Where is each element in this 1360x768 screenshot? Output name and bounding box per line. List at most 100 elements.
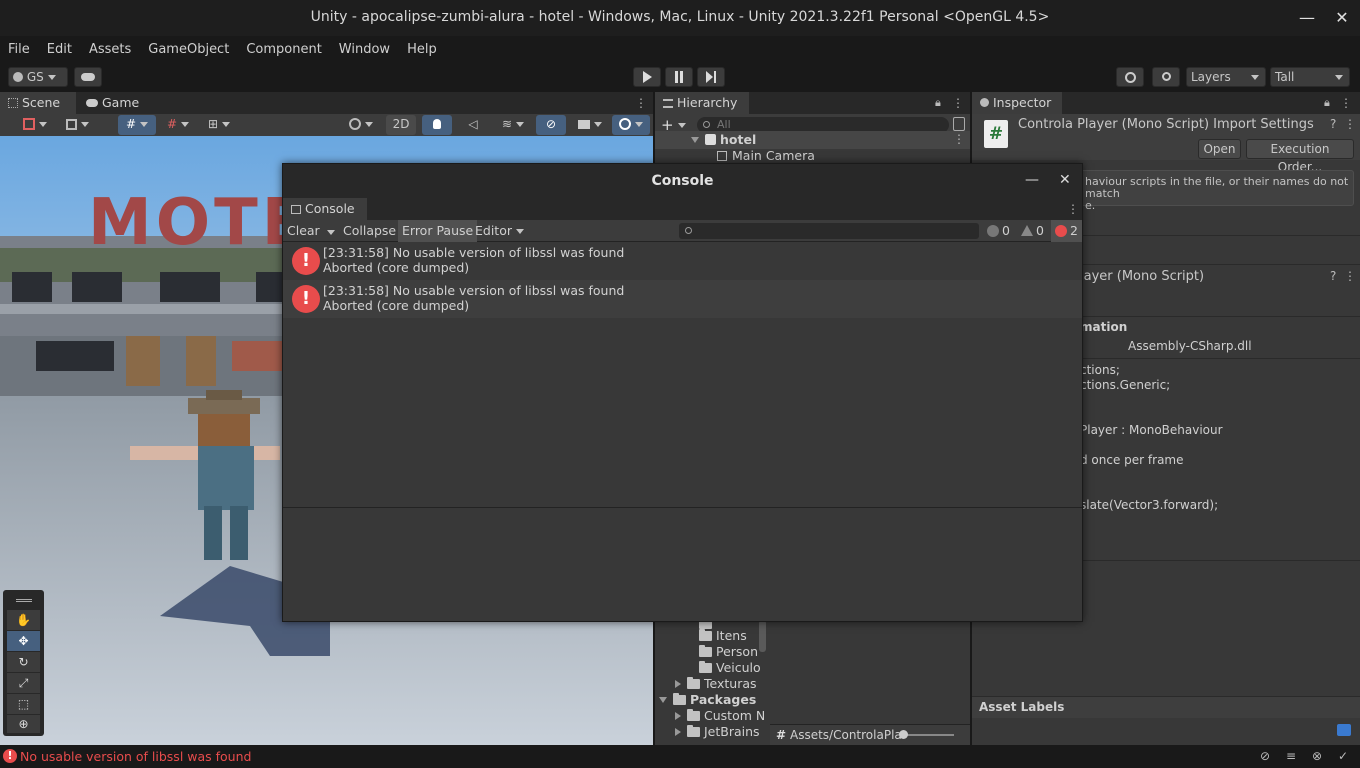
shading-dropdown[interactable] — [342, 115, 380, 135]
project-item-texturas[interactable]: Texturas — [675, 676, 757, 691]
grid-icon — [8, 98, 18, 108]
project-scrollbar[interactable] — [759, 620, 766, 652]
search-filter-icon[interactable] — [953, 117, 965, 131]
console-search-input[interactable] — [679, 223, 979, 239]
close-button[interactable]: ✕ — [1330, 6, 1354, 30]
gizmos-dropdown[interactable] — [612, 115, 650, 135]
scene-row[interactable]: hotel ⋮ — [655, 131, 970, 149]
view-tool-dropdown[interactable] — [60, 115, 94, 135]
script-menu-icon[interactable]: ⋮ — [1344, 269, 1356, 283]
toggle-2d-button[interactable]: 2D — [386, 115, 416, 135]
rotate-tool[interactable]: ↻ — [7, 652, 40, 672]
menu-file[interactable]: File — [8, 42, 30, 57]
layers-dropdown[interactable]: Layers — [1186, 67, 1266, 87]
menu-assets[interactable]: Assets — [89, 42, 131, 57]
tab-scene[interactable]: Scene — [0, 92, 76, 114]
hidden-objects-toggle[interactable]: ⊘ — [536, 115, 566, 135]
clear-dropdown[interactable] — [323, 220, 337, 242]
hierarchy-item-main-camera[interactable]: Main Camera — [717, 148, 815, 163]
hierarchy-menu-icon[interactable]: ⋮ — [952, 96, 964, 110]
project-item-veiculo[interactable]: Veiculo — [699, 660, 761, 675]
ruler-dropdown[interactable]: ⊞ — [200, 115, 238, 135]
menu-edit[interactable]: Edit — [47, 42, 72, 57]
folder-icon — [699, 645, 712, 657]
project-item-person[interactable]: Person — [699, 644, 758, 659]
help-icon[interactable]: ? — [1330, 117, 1336, 131]
menu-help[interactable]: Help — [407, 42, 437, 57]
lock-icon[interactable]: 🔒︎ — [935, 96, 941, 110]
rect-tool[interactable]: ⬚ — [7, 694, 40, 714]
clear-button[interactable]: Clear — [283, 220, 324, 242]
editor-dropdown[interactable]: Editor — [471, 220, 528, 242]
error-filter-toggle[interactable]: 2 — [1051, 220, 1082, 242]
search-icon — [703, 121, 710, 128]
asset-labels-header[interactable]: Asset Labels — [972, 696, 1360, 718]
inspector-title-menu-icon[interactable]: ⋮ — [1344, 117, 1356, 131]
menu-component[interactable]: Component — [246, 42, 321, 57]
console-close-button[interactable]: ✕ — [1059, 172, 1071, 188]
lighting-toggle[interactable] — [422, 115, 452, 135]
warning-line-2: e. — [1085, 199, 1096, 212]
cloud-button[interactable] — [74, 67, 102, 87]
play-button[interactable] — [633, 67, 661, 87]
menu-gameobject[interactable]: GameObject — [148, 42, 229, 57]
debug-icon[interactable]: ⊘ — [1260, 749, 1270, 763]
execution-order-button[interactable]: Execution Order... — [1246, 139, 1354, 174]
progress-icon[interactable]: ⊗ — [1312, 749, 1322, 763]
menu-window[interactable]: Window — [339, 42, 390, 57]
project-item-itens[interactable]: Itens — [699, 628, 747, 643]
project-item-packages[interactable]: Packages — [659, 692, 756, 707]
zoom-slider-handle[interactable] — [899, 730, 908, 739]
package-item-jetbrains[interactable]: JetBrains — [675, 724, 760, 739]
scene-panel-header: Scene Game ⋮ — [0, 92, 653, 114]
expand-arrow-icon — [659, 697, 667, 703]
minimize-button[interactable]: — — [1295, 6, 1319, 30]
scale-tool[interactable]: ⤢ — [7, 673, 40, 693]
console-menu-icon[interactable]: ⋮ — [1067, 202, 1079, 216]
log-entry[interactable]: ! [23:31:58] No usable version of libssl… — [283, 242, 1082, 280]
help-icon[interactable]: ? — [1330, 269, 1336, 283]
move-tool[interactable]: ✥ — [7, 631, 40, 651]
hand-tool[interactable]: ✋ — [7, 610, 40, 630]
grid-snap-dropdown[interactable]: # — [118, 115, 156, 135]
scene-menu-icon[interactable]: ⋮ — [635, 96, 647, 110]
layout-dropdown[interactable]: Tall — [1270, 67, 1350, 87]
pause-button[interactable] — [665, 67, 693, 87]
open-button[interactable]: Open — [1198, 139, 1241, 159]
account-dropdown[interactable]: GS — [8, 67, 68, 87]
audio-toggle[interactable]: ◁ — [458, 115, 488, 135]
cache-icon[interactable]: ≡ — [1286, 749, 1296, 763]
tab-hierarchy[interactable]: Hierarchy — [655, 92, 749, 114]
palette-handle[interactable] — [7, 595, 40, 609]
zoom-slider[interactable] — [902, 734, 954, 736]
log-entry[interactable]: ! [23:31:58] No usable version of libssl… — [283, 280, 1082, 318]
scene-row-content: hotel — [691, 132, 756, 147]
transform-tool[interactable]: ⊕ — [7, 715, 40, 733]
tab-inspector[interactable]: Inspector — [972, 92, 1062, 114]
search-button[interactable] — [1152, 67, 1180, 87]
info-filter-toggle[interactable]: 0 — [983, 220, 1014, 242]
error-pause-button[interactable]: Error Pause — [398, 220, 478, 242]
assembly-name: Assembly-CSharp.dll — [1128, 339, 1252, 353]
console-minimize-button[interactable]: — — [1025, 172, 1039, 188]
scene-menu-icon[interactable]: ⋮ — [953, 132, 965, 146]
tag-icon[interactable] — [1337, 724, 1351, 736]
effects-dropdown[interactable]: ≋ — [494, 115, 532, 135]
tab-console[interactable]: Console — [283, 198, 367, 220]
collapse-button[interactable]: Collapse — [339, 220, 400, 242]
inspector-menu-icon[interactable]: ⋮ — [1340, 96, 1352, 110]
warning-filter-toggle[interactable]: 0 — [1017, 220, 1048, 242]
package-item-custom[interactable]: Custom N — [675, 708, 765, 723]
history-button[interactable] — [1116, 67, 1144, 87]
project-tree: Itens Person Veiculo Texturas Packages C… — [655, 612, 770, 745]
cube-icon — [65, 119, 77, 130]
tab-game[interactable]: Game — [78, 92, 148, 114]
step-button[interactable] — [697, 67, 725, 87]
gizmo-tool-dropdown[interactable] — [18, 115, 52, 135]
check-icon[interactable]: ✓ — [1338, 749, 1348, 763]
increment-snap-dropdown[interactable]: # — [160, 115, 196, 135]
status-message[interactable]: No usable version of libssl was found — [20, 749, 251, 764]
scene-toolbar: # # ⊞ 2D ◁ ≋ ⊘ — [0, 114, 653, 136]
lock-icon[interactable]: 🔒︎ — [1324, 96, 1330, 110]
camera-dropdown[interactable] — [570, 115, 610, 135]
